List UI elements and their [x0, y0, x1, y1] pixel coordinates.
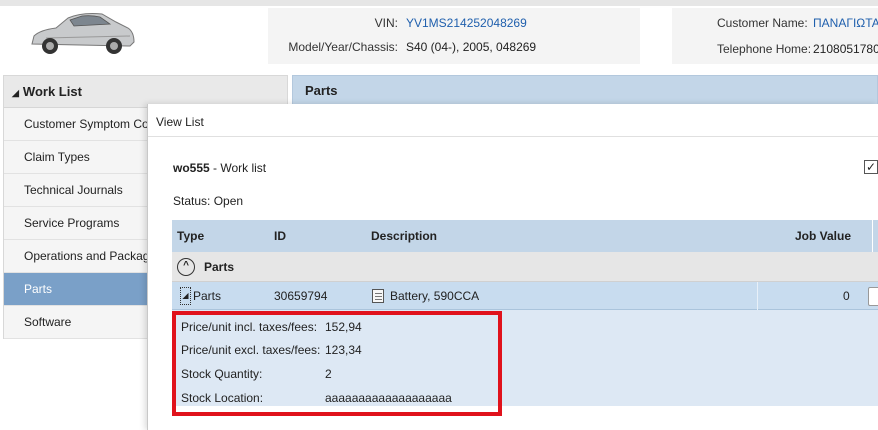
vin-label: VIN: — [374, 16, 398, 30]
model-label: Model/Year/Chassis: — [288, 40, 398, 54]
vehicle-info: VIN: YV1MS214252048269 Model/Year/Chassi… — [268, 8, 640, 64]
work-order-suffix: - Work list — [213, 161, 267, 175]
customer-name-label: Customer Name: — [717, 16, 808, 30]
expand-row-icon[interactable]: ◢ — [180, 287, 191, 305]
select-checkbox[interactable]: ✓ — [864, 160, 878, 174]
customer-info: Customer Name: ΠΑΝΑΓΙΩΤΑ Telephone Home:… — [672, 8, 878, 64]
table-row[interactable]: ◢ Parts 30659794 Battery, 590CCA 0 — [172, 282, 878, 310]
dialog-title: View List — [156, 115, 204, 129]
dialog-title-divider — [148, 136, 878, 137]
sidebar-title: Work List — [22, 84, 82, 99]
parts-panel-header: Parts — [292, 75, 878, 106]
row-job-value: 0 — [843, 289, 850, 303]
row-description: Battery, 590CCA — [390, 289, 480, 303]
row-id: 30659794 — [274, 289, 328, 303]
highlight-box — [172, 311, 502, 416]
work-order-id: wo555 — [173, 161, 210, 175]
group-row-parts[interactable]: ^ Parts — [172, 252, 878, 282]
column-job-value[interactable]: Job Value — [795, 229, 851, 243]
table-header: Type ID Description Job Value — [172, 220, 878, 252]
collapse-triangle-icon: ◢ — [12, 88, 19, 98]
row-separator — [757, 282, 758, 310]
status-line: Status: Open — [173, 194, 243, 208]
work-order-line: wo555 - Work list — [173, 161, 266, 175]
customer-name-link[interactable]: ΠΑΝΑΓΙΩΤΑ — [813, 16, 878, 30]
status-value: Open — [213, 194, 244, 208]
car-icon — [31, 13, 135, 54]
column-separator — [872, 220, 873, 252]
model-value: S40 (04-), 2005, 048269 — [406, 40, 537, 54]
telephone-value: 2108051780 — [813, 42, 878, 56]
status-label: Status: — [173, 194, 211, 208]
row-type: Parts — [193, 289, 222, 303]
group-label: Parts — [204, 260, 235, 274]
header: VIN: YV1MS214252048269 Model/Year/Chassi… — [0, 0, 878, 75]
row-quantity-input[interactable] — [868, 287, 878, 306]
telephone-label: Telephone Home: — [717, 42, 812, 56]
column-id[interactable]: ID — [274, 229, 286, 243]
header-top-strip — [0, 0, 878, 6]
document-icon — [372, 289, 384, 303]
column-type[interactable]: Type — [177, 229, 204, 243]
column-description[interactable]: Description — [371, 229, 437, 243]
vin-link[interactable]: YV1MS214252048269 — [406, 16, 527, 30]
collapse-up-icon[interactable]: ^ — [177, 258, 195, 276]
